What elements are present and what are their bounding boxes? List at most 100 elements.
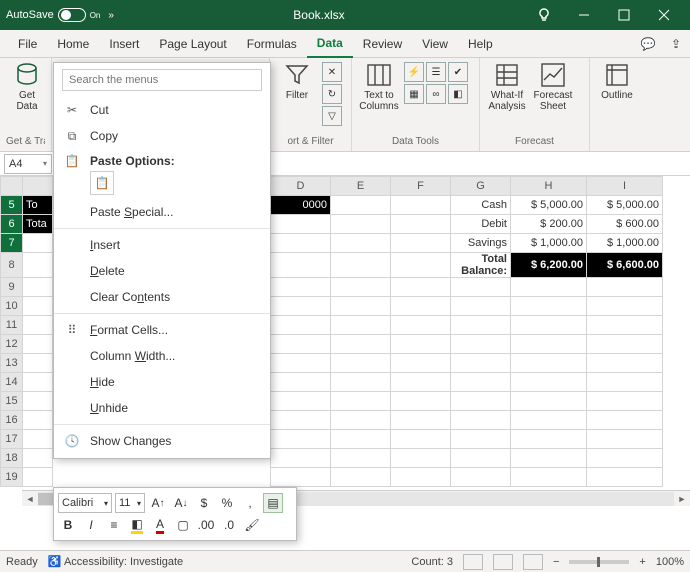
- tab-page-layout[interactable]: Page Layout: [149, 30, 236, 58]
- menu-unhide[interactable]: Unhide: [54, 395, 270, 421]
- zoom-level[interactable]: 100%: [656, 556, 684, 568]
- autosave-toggle[interactable]: AutoSave On: [6, 8, 100, 22]
- group-get-transform-label: Get & Transform: [6, 136, 45, 149]
- database-icon: [14, 62, 40, 88]
- border-icon[interactable]: ▢: [173, 515, 193, 535]
- view-normal-icon[interactable]: [463, 554, 483, 570]
- tab-file[interactable]: File: [8, 30, 47, 58]
- font-color-icon[interactable]: A: [150, 515, 170, 535]
- align-icon[interactable]: ≡: [104, 515, 124, 535]
- comments-icon[interactable]: 💬: [634, 37, 662, 51]
- menu-search[interactable]: [62, 69, 262, 91]
- row-19[interactable]: 19: [1, 468, 663, 487]
- menu-delete[interactable]: Delete: [54, 258, 270, 284]
- group-data-tools-label: Data Tools: [358, 136, 473, 149]
- increase-font-icon[interactable]: A↑: [148, 493, 168, 513]
- menu-insert[interactable]: Insert: [54, 232, 270, 258]
- menu-hide[interactable]: Hide: [54, 369, 270, 395]
- comma-format-icon[interactable]: ,: [240, 493, 260, 513]
- context-menu: ✂Cut ⧉Copy 📋Paste Options: 📋 Paste Speci…: [53, 62, 271, 459]
- zoom-in-icon[interactable]: +: [639, 556, 645, 568]
- size-combo[interactable]: 11▾: [115, 493, 145, 513]
- select-all-corner[interactable]: [1, 177, 23, 196]
- clipboard-icon: 📋: [64, 153, 80, 169]
- col-I[interactable]: I: [587, 177, 663, 196]
- close-button[interactable]: [644, 0, 684, 30]
- window-title: Book.xlsx: [114, 8, 524, 22]
- tab-data[interactable]: Data: [307, 30, 353, 58]
- italic-icon[interactable]: I: [81, 515, 101, 535]
- col-D[interactable]: D: [271, 177, 331, 196]
- col-E[interactable]: E: [331, 177, 391, 196]
- lightbulb-icon[interactable]: [524, 0, 564, 30]
- bold-icon[interactable]: B: [58, 515, 78, 535]
- text-to-columns-button[interactable]: Text to Columns: [358, 62, 400, 112]
- fill-color-icon[interactable]: ◧: [127, 515, 147, 535]
- menu-column-width[interactable]: Column Width...: [54, 343, 270, 369]
- zoom-slider[interactable]: [569, 560, 629, 564]
- accounting-format-icon[interactable]: $: [194, 493, 214, 513]
- data-model-icon[interactable]: ◧: [448, 84, 468, 104]
- menu-paste-options-heading: 📋Paste Options:: [54, 149, 270, 169]
- remove-dup-icon[interactable]: ☰: [426, 62, 446, 82]
- col-H[interactable]: H: [511, 177, 587, 196]
- status-bar: Ready ♿ Accessibility: Investigate Count…: [0, 550, 690, 572]
- toggle-icon: [58, 8, 86, 22]
- ribbon-tabs: File Home Insert Page Layout Formulas Da…: [0, 30, 690, 58]
- menu-search-input[interactable]: [62, 69, 262, 91]
- view-pagebreak-icon[interactable]: [523, 554, 543, 570]
- autosave-state: On: [90, 11, 101, 20]
- share-icon[interactable]: ⇪: [662, 37, 690, 51]
- tab-insert[interactable]: Insert: [99, 30, 149, 58]
- menu-copy[interactable]: ⧉Copy: [54, 123, 270, 149]
- name-box[interactable]: A4▾: [4, 154, 52, 174]
- paste-button[interactable]: 📋: [90, 171, 114, 195]
- forecast-sheet-button[interactable]: Forecast Sheet: [532, 62, 574, 112]
- merge-center-icon[interactable]: ▤: [263, 493, 283, 513]
- scissors-icon: ✂: [64, 102, 80, 118]
- filter-button[interactable]: Filter: [276, 62, 318, 101]
- col-F[interactable]: F: [391, 177, 451, 196]
- relationships-icon[interactable]: ∞: [426, 84, 446, 104]
- menu-cut[interactable]: ✂Cut: [54, 97, 270, 123]
- outline-button[interactable]: Outline: [596, 62, 638, 101]
- tab-formulas[interactable]: Formulas: [237, 30, 307, 58]
- menu-clear-contents[interactable]: Clear Contents: [54, 284, 270, 310]
- status-accessibility[interactable]: ♿ Accessibility: Investigate: [48, 555, 183, 568]
- tab-help[interactable]: Help: [458, 30, 503, 58]
- status-count: Count: 3: [411, 556, 453, 568]
- font-combo[interactable]: Calibri▾: [58, 493, 112, 513]
- whatif-button[interactable]: What-If Analysis: [486, 62, 528, 112]
- scroll-left-icon[interactable]: ◄: [22, 494, 38, 504]
- col-G[interactable]: G: [451, 177, 511, 196]
- data-validation-icon[interactable]: ✔: [448, 62, 468, 82]
- maximize-button[interactable]: [604, 0, 644, 30]
- tab-review[interactable]: Review: [353, 30, 412, 58]
- menu-format-cells[interactable]: ⠿Format Cells...: [54, 317, 270, 343]
- percent-format-icon[interactable]: %: [217, 493, 237, 513]
- tab-view[interactable]: View: [412, 30, 458, 58]
- advanced-filter-icon[interactable]: ▽: [322, 106, 342, 126]
- decrease-decimal-icon[interactable]: .0: [219, 515, 239, 535]
- status-ready: Ready: [6, 556, 38, 568]
- reapply-icon[interactable]: ↻: [322, 84, 342, 104]
- menu-paste-special[interactable]: Paste Special...: [54, 199, 270, 225]
- format-icon: ⠿: [64, 322, 80, 338]
- decrease-font-icon[interactable]: A↓: [171, 493, 191, 513]
- increase-decimal-icon[interactable]: .00: [196, 515, 216, 535]
- scroll-right-icon[interactable]: ►: [674, 494, 690, 504]
- minimize-button[interactable]: [564, 0, 604, 30]
- flashfill-icon[interactable]: ⚡: [404, 62, 424, 82]
- copy-icon: ⧉: [64, 128, 80, 144]
- col-partial[interactable]: [23, 177, 53, 196]
- funnel-icon: [284, 62, 310, 88]
- format-painter-icon[interactable]: 🖌: [242, 515, 262, 535]
- get-data-button[interactable]: Get Data: [6, 62, 48, 112]
- clear-filter-icon[interactable]: ✕: [322, 62, 342, 82]
- consolidate-icon[interactable]: ▦: [404, 84, 424, 104]
- view-pagelayout-icon[interactable]: [493, 554, 513, 570]
- zoom-out-icon[interactable]: −: [553, 556, 559, 568]
- tab-home[interactable]: Home: [47, 30, 99, 58]
- menu-show-changes[interactable]: 🕓Show Changes: [54, 428, 270, 454]
- titlebar: AutoSave On » Book.xlsx: [0, 0, 690, 30]
